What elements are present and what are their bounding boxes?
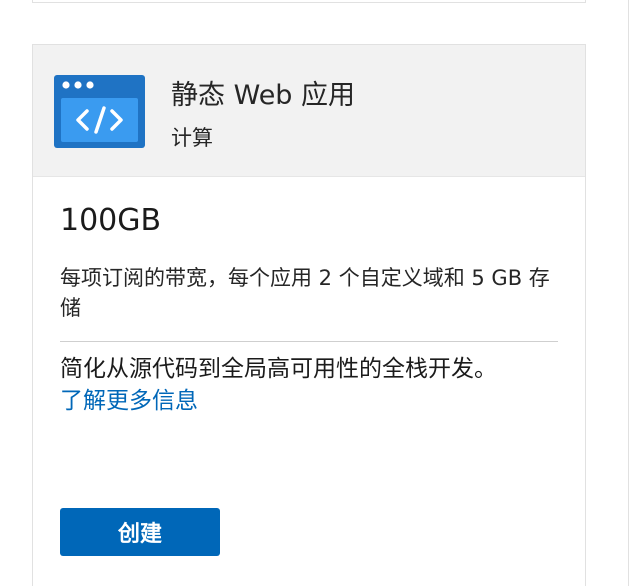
adjacent-card <box>628 0 638 586</box>
product-card: 静态 Web 应用 计算 100GB 每项订阅的带宽，每个应用 2 个自定义域和… <box>32 44 586 586</box>
create-button[interactable]: 创建 <box>60 508 220 556</box>
divider <box>60 341 558 342</box>
product-title: 静态 Web 应用 <box>171 80 356 111</box>
product-category: 计算 <box>171 126 213 150</box>
page: 静态 Web 应用 计算 100GB 每项订阅的带宽，每个应用 2 个自定义域和… <box>0 0 638 586</box>
product-summary: 简化从源代码到全局高可用性的全栈开发。 <box>60 356 497 382</box>
code-window-icon <box>54 75 145 148</box>
learn-more-link[interactable]: 了解更多信息 <box>60 385 198 417</box>
price-value: 100GB <box>60 203 162 238</box>
previous-card <box>32 0 586 3</box>
card-header: 静态 Web 应用 计算 <box>33 45 585 177</box>
price-description: 每项订阅的带宽，每个应用 2 个自定义域和 5 GB 存储 <box>60 266 550 320</box>
